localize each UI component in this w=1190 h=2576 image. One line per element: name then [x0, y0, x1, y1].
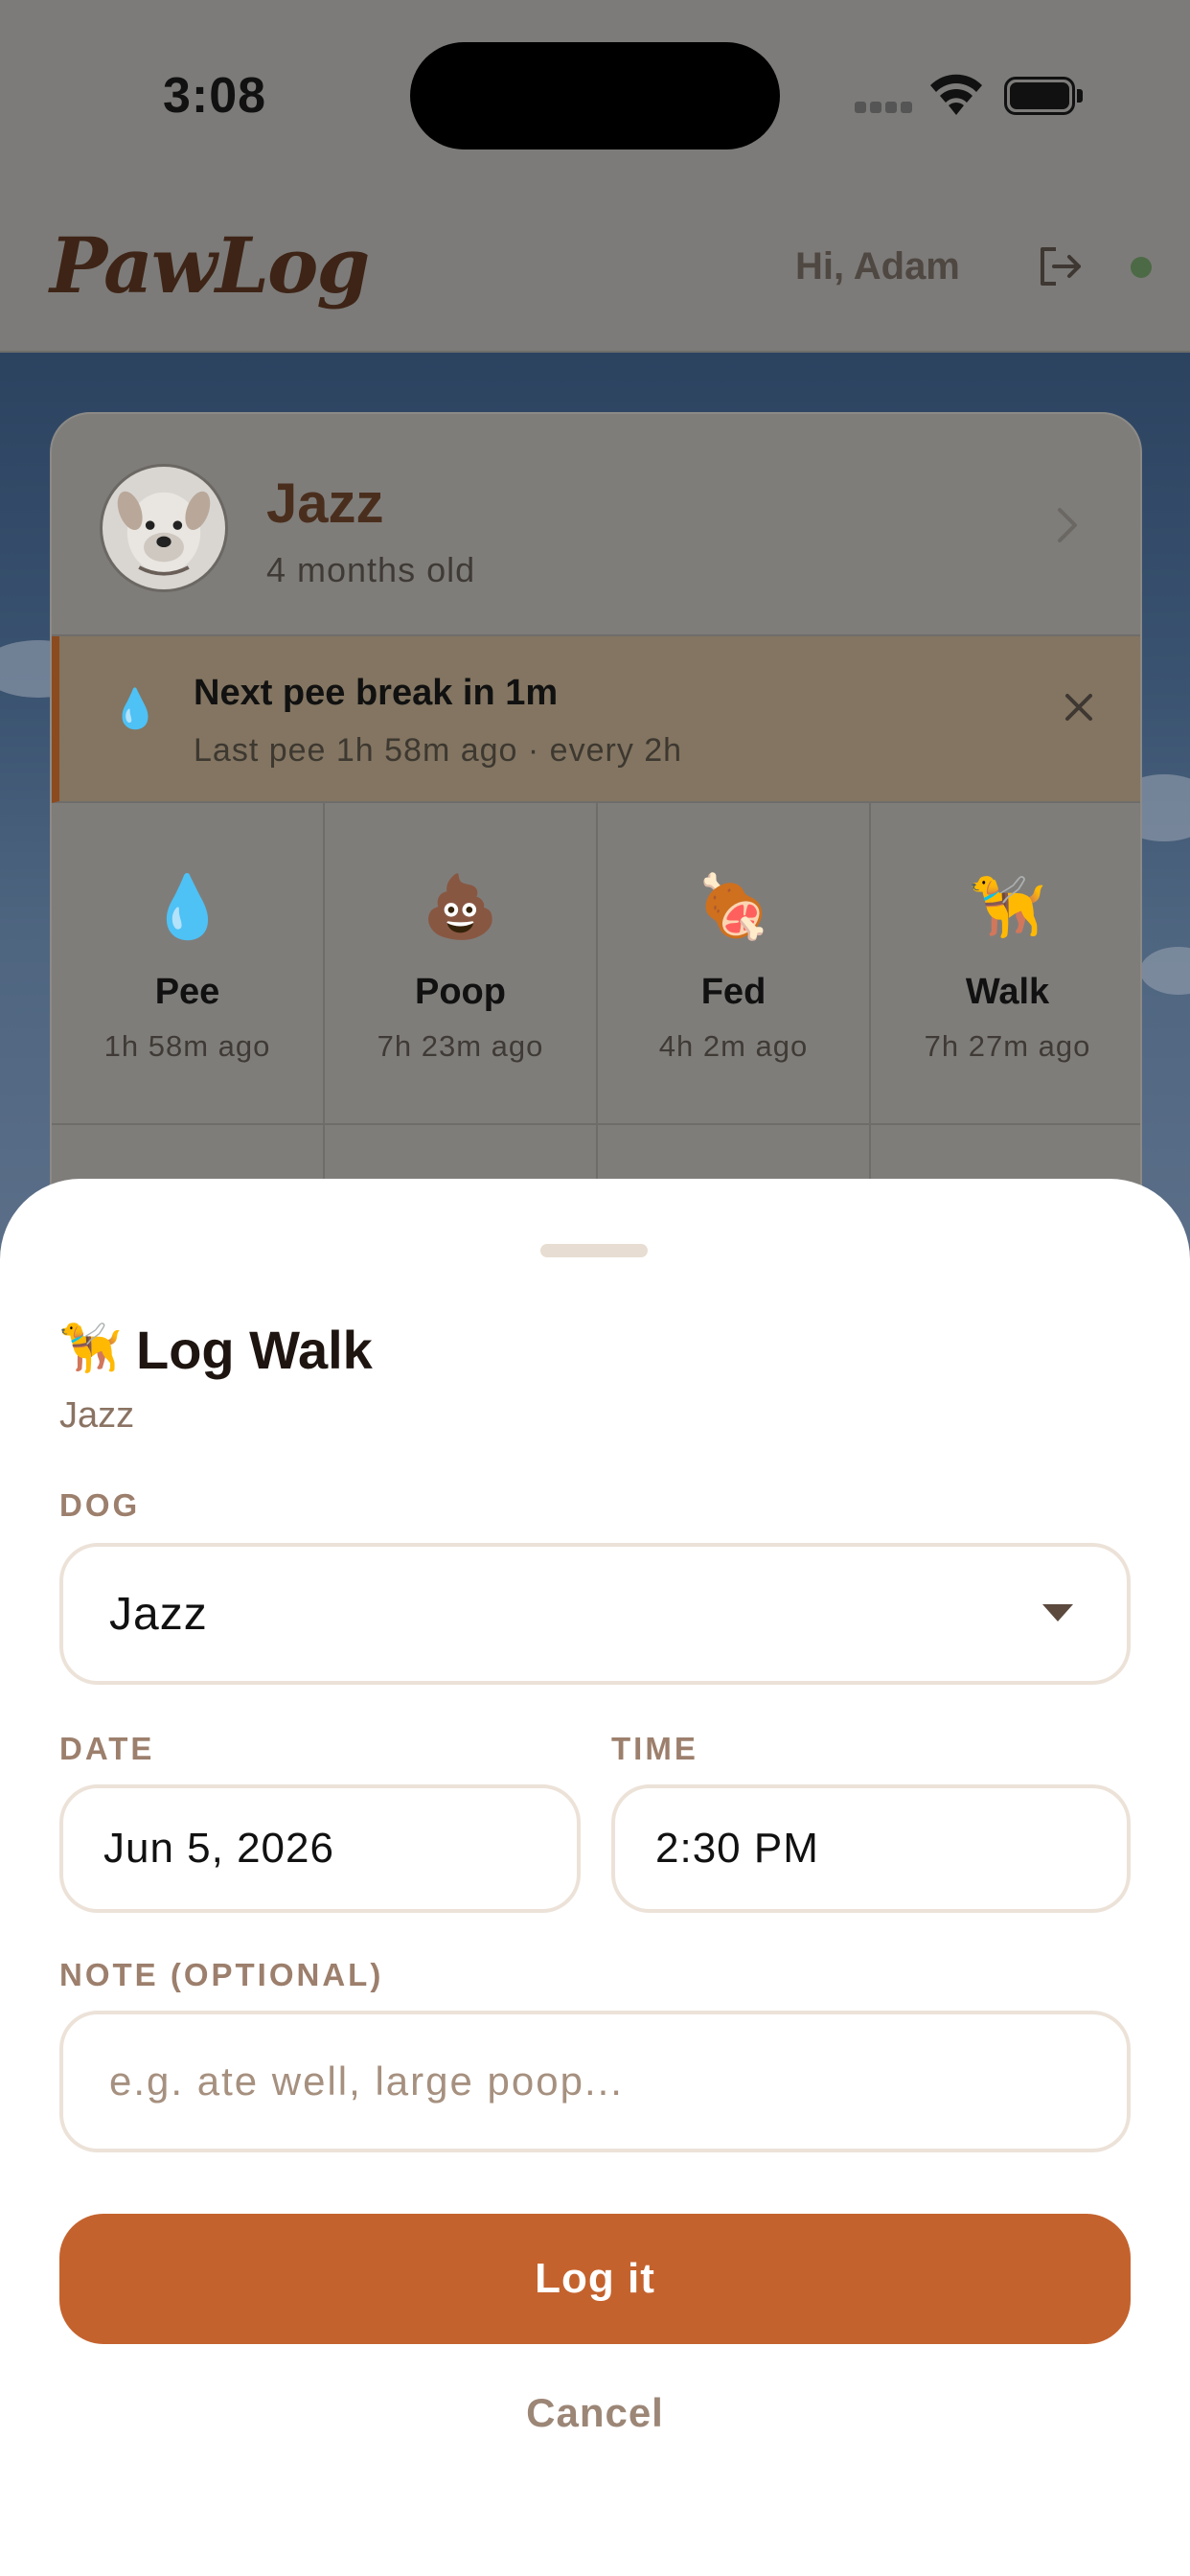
- date-value: Jun 5, 2026: [103, 1825, 334, 1872]
- activity-last-time: 7h 27m ago: [924, 1029, 1091, 1063]
- log-it-button[interactable]: Log it: [59, 2214, 1131, 2344]
- dropdown-arrow-icon: [1042, 1604, 1073, 1622]
- note-field[interactable]: [59, 2011, 1131, 2152]
- pee-reminder-banner: 💧 Next pee break in 1m Last pee 1h 58m a…: [52, 636, 1140, 803]
- activity-label: Poop: [415, 972, 506, 1012]
- dog-portrait-icon: [117, 491, 211, 576]
- date-field-label: DATE: [59, 1731, 155, 1766]
- dog-select-value: Jazz: [109, 1588, 208, 1640]
- dog-card: Jazz 4 months old 💧 Next pee break in 1m…: [50, 412, 1142, 1313]
- activity-tile-fed[interactable]: 🍖 Fed 4h 2m ago: [598, 803, 871, 1125]
- activity-last-time: 1h 58m ago: [103, 1029, 271, 1063]
- sheet-drag-handle[interactable]: [540, 1244, 648, 1257]
- water-drop-icon: 💧: [111, 688, 159, 730]
- dog-avatar: [100, 464, 228, 592]
- chevron-right-icon: [1058, 508, 1077, 542]
- online-status-dot: [1131, 257, 1152, 278]
- time-value: 2:30 PM: [655, 1825, 819, 1872]
- activity-label: Walk: [965, 972, 1050, 1012]
- note-input[interactable]: [63, 2014, 1127, 2149]
- dynamic-island: [410, 42, 780, 150]
- activity-last-time: 7h 23m ago: [377, 1029, 544, 1063]
- note-field-label: NOTE (OPTIONAL): [59, 1957, 384, 1992]
- activity-last-time: 4h 2m ago: [658, 1029, 809, 1063]
- wifi-icon: [930, 74, 982, 115]
- dog-age: 4 months old: [266, 550, 476, 589]
- water-drop-icon: 💧: [149, 872, 226, 941]
- guide-dog-icon: 🦮: [969, 872, 1046, 941]
- activity-tile-walk[interactable]: 🦮 Walk 7h 27m ago: [871, 803, 1140, 1125]
- activity-tile-pee[interactable]: 💧 Pee 1h 58m ago: [52, 803, 325, 1125]
- app-header: PawLog Hi, Adam: [0, 192, 1190, 353]
- guide-dog-icon: 🦮: [59, 1321, 122, 1376]
- dog-field-label: DOG: [59, 1487, 141, 1523]
- time-field[interactable]: 2:30 PM: [611, 1784, 1131, 1913]
- log-walk-sheet: 🦮 Log Walk Jazz DOG Jazz DATE Jun 5, 202…: [0, 1179, 1190, 2576]
- app-logo: PawLog: [50, 220, 370, 310]
- user-greeting: Hi, Adam: [795, 245, 960, 288]
- cancel-button[interactable]: Cancel: [403, 2375, 787, 2451]
- dog-select[interactable]: Jazz: [59, 1543, 1131, 1685]
- dog-profile-row[interactable]: Jazz 4 months old: [52, 414, 1140, 636]
- reminder-subtitle: Last pee 1h 58m ago · every 2h: [194, 732, 683, 769]
- status-bar: 3:08: [0, 0, 1190, 192]
- reminder-title: Next pee break in 1m: [194, 673, 559, 713]
- sheet-title: Log Walk: [136, 1320, 373, 1380]
- meat-icon: 🍖: [695, 872, 772, 941]
- battery-icon: [1004, 77, 1083, 115]
- dog-name: Jazz: [266, 472, 384, 535]
- cellular-signal-icon: [855, 102, 912, 115]
- activity-label: Pee: [154, 972, 220, 1012]
- activity-label: Fed: [700, 972, 767, 1012]
- sheet-subtitle: Jazz: [59, 1395, 135, 1436]
- time-field-label: TIME: [611, 1731, 698, 1766]
- close-icon[interactable]: [1056, 684, 1102, 730]
- poop-icon: 💩: [422, 872, 499, 941]
- logout-icon[interactable]: [1033, 240, 1087, 293]
- status-time: 3:08: [163, 68, 267, 124]
- date-field[interactable]: Jun 5, 2026: [59, 1784, 581, 1913]
- activity-tile-poop[interactable]: 💩 Poop 7h 23m ago: [325, 803, 598, 1125]
